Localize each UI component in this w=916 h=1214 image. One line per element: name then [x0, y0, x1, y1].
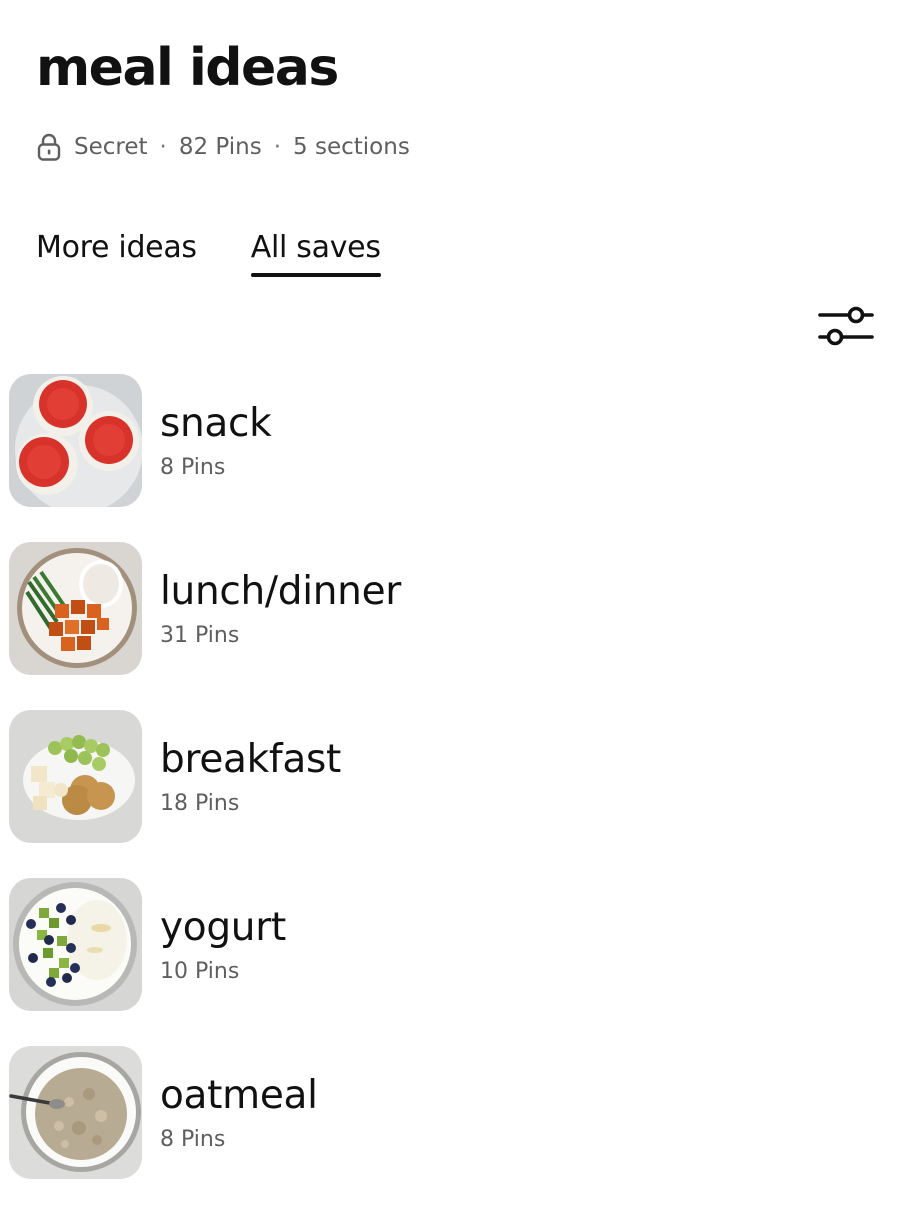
section-item-oatmeal[interactable]: oatmeal 8 Pins	[9, 1046, 889, 1179]
meta-separator: ·	[159, 134, 167, 160]
sliders-icon	[818, 306, 874, 346]
section-name: yogurt	[160, 905, 286, 950]
section-pin-count: 31 Pins	[160, 623, 240, 648]
section-name: breakfast	[160, 737, 341, 782]
filter-button[interactable]	[812, 298, 878, 356]
board-meta: Secret · 82 Pins · 5 sections	[36, 130, 410, 164]
section-item-lunch-dinner[interactable]: lunch/dinner 31 Pins	[9, 542, 889, 675]
section-pin-count: 8 Pins	[160, 455, 226, 480]
sections-list: snack 8 Pins lunch/dinner 31 Pins breakf…	[9, 374, 889, 1214]
section-item-snack[interactable]: snack 8 Pins	[9, 374, 889, 507]
section-pin-count: 8 Pins	[160, 1127, 226, 1152]
section-item-yogurt[interactable]: yogurt 10 Pins	[9, 878, 889, 1011]
lock-icon	[36, 132, 62, 162]
board-title: meal ideas	[36, 38, 339, 98]
tab-more-ideas[interactable]: More ideas	[36, 222, 197, 274]
yogurt-kiwi-blueberries-thumbnail	[9, 878, 142, 1011]
oatmeal-bowl-thumbnail	[9, 1046, 142, 1179]
pin-count: 82 Pins	[178, 134, 262, 160]
section-count: 5 sections	[293, 134, 410, 160]
tomato-rice-cakes-thumbnail	[9, 374, 142, 507]
rice-tofu-greenbeans-thumbnail	[9, 542, 142, 675]
section-item-breakfast[interactable]: breakfast 18 Pins	[9, 710, 889, 843]
section-pin-count: 18 Pins	[160, 791, 240, 816]
tab-all-saves[interactable]: All saves	[250, 222, 381, 277]
meta-separator: ·	[273, 134, 282, 160]
section-name: oatmeal	[160, 1073, 318, 1118]
privacy-label: Secret	[74, 134, 148, 160]
section-name: lunch/dinner	[160, 569, 402, 614]
grapes-crackers-cheese-thumbnail	[9, 710, 142, 843]
board-tabs: More ideas All saves	[36, 222, 381, 277]
section-name: snack	[160, 401, 272, 446]
section-pin-count: 10 Pins	[160, 959, 240, 984]
